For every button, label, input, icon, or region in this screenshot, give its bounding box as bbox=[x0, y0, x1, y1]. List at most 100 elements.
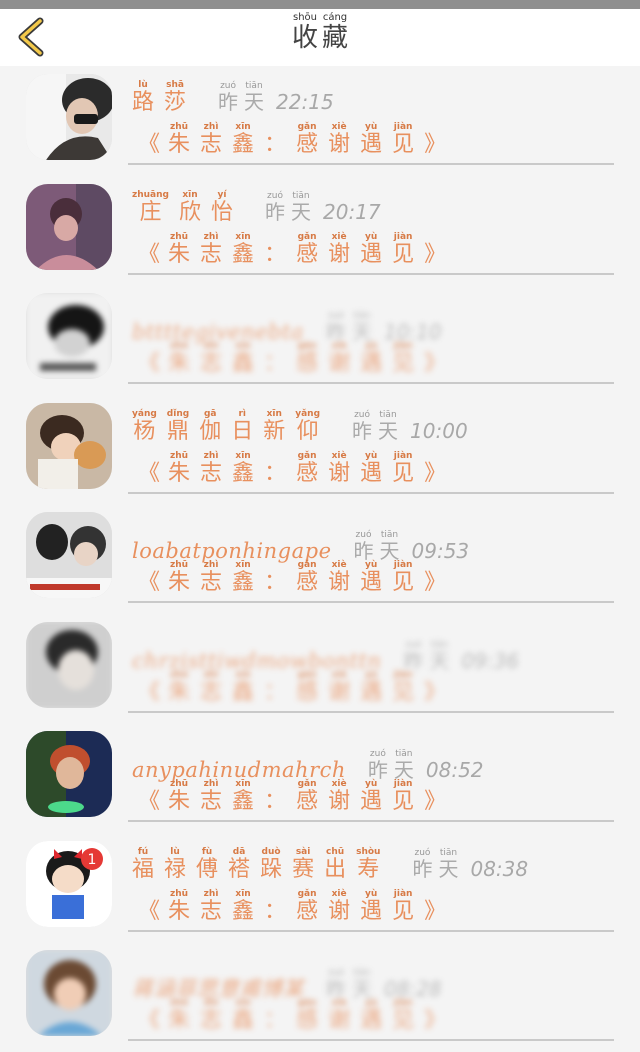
list-item[interactable]: 庄zhuāng欣xīn怡yí昨zuó天tiān20:17 《朱zhū志zhì鑫xī… bbox=[0, 176, 640, 286]
page-title: 收shōu藏cáng bbox=[0, 9, 640, 74]
message-char: 志zhì bbox=[200, 669, 223, 705]
message-char: ： bbox=[264, 1008, 287, 1033]
item-header-line: chrzisttiwdmowbonttn 昨zuó天tiān09:36 bbox=[132, 640, 519, 674]
avatar[interactable] bbox=[26, 74, 112, 160]
message-preview: 《朱zhū志zhì鑫xīn： 感gǎn谢xiè遇yù见jiàn》 bbox=[138, 231, 447, 267]
message-char: 鑫xīn bbox=[232, 888, 255, 924]
message-char: 鑫xīn bbox=[232, 560, 255, 595]
message-char: 遇yù bbox=[360, 669, 383, 705]
message-char: 谢xiè bbox=[328, 888, 351, 924]
item-text: anypahinudmahrch 昨zuó天tiān08:52 《朱zhū志zhì鑫… bbox=[132, 723, 614, 823]
message-preview: 《朱zhū志zhì鑫xīn： 感gǎn谢xiè遇yù见jiàn》 bbox=[138, 450, 447, 486]
message-char: 志zhì bbox=[200, 888, 223, 924]
yesterday-char: 天tiān bbox=[244, 81, 265, 114]
message-char: 谢xiè bbox=[328, 450, 351, 486]
message-char: 感gǎn bbox=[296, 231, 319, 267]
item-text: 杨yáng鼎dǐng伽gā日rì新xīn仰yǎng昨zuó天tiān10:00 《… bbox=[132, 395, 614, 495]
name-char: 莎shā bbox=[164, 80, 187, 115]
avatar[interactable] bbox=[26, 512, 112, 598]
sender-name: 杨yáng 鼎dǐng 伽gā 日rì 新xīn 仰yǎng bbox=[132, 409, 330, 444]
message-char: 谢xiè bbox=[328, 341, 351, 376]
title-char: 藏cáng bbox=[322, 12, 349, 53]
item-text: chrzisttiwdmowbonttn 昨zuó天tiān09:36 《朱zhū志… bbox=[132, 614, 614, 714]
message-char: 感gǎn bbox=[296, 450, 319, 486]
header: 收shōu藏cáng bbox=[0, 9, 640, 66]
svg-text:1: 1 bbox=[88, 852, 97, 868]
message-char: ： bbox=[264, 351, 287, 376]
message-char: 谢xiè bbox=[328, 998, 351, 1033]
yesterday-char: 昨zuó bbox=[265, 190, 286, 224]
message-char: 鑫xīn bbox=[232, 122, 255, 157]
avatar[interactable]: 1 bbox=[26, 840, 112, 927]
item-header-line: bttttegivenebta 昨zuó天tiān10:10 bbox=[132, 311, 442, 345]
message-char: 谢xiè bbox=[328, 122, 351, 157]
message-preview: 《朱zhū志zhì鑫xīn： 感gǎn谢xiè遇yù见jiàn》 bbox=[138, 998, 447, 1033]
avatar[interactable] bbox=[26, 731, 112, 817]
item-header-line: 庄zhuāng 欣xīn 怡yí 昨zuó天tiān 20:17 bbox=[132, 190, 381, 226]
list-item[interactable]: 蒋涵菲思意甫博某 昨zuó天tiān08:28 《朱zhū志zhì鑫xīn： 感gǎ… bbox=[0, 942, 640, 1052]
message-char: 遇yù bbox=[360, 122, 383, 157]
message-char: 感gǎn bbox=[296, 560, 319, 595]
divider bbox=[128, 272, 614, 275]
message-preview: 《朱zhū志zhì鑫xīn： 感gǎn谢xiè遇yù见jiàn》 bbox=[138, 888, 447, 924]
avatar[interactable] bbox=[26, 402, 112, 489]
name-char: 褡dā bbox=[228, 846, 251, 882]
message-char: 志zhì bbox=[200, 341, 223, 376]
yesterday-char: 昨zuó bbox=[412, 847, 433, 881]
name-char: 日rì bbox=[231, 408, 254, 444]
avatar[interactable] bbox=[26, 621, 112, 708]
time-text: 22:15 bbox=[276, 90, 334, 114]
message-char: 朱zhū bbox=[168, 450, 191, 486]
message-char: 遇yù bbox=[360, 341, 383, 376]
message-char: 朱zhū bbox=[168, 560, 191, 595]
message-char: 见jiàn bbox=[392, 669, 415, 705]
message-char: 感gǎn bbox=[296, 888, 319, 924]
message-char: 见jiàn bbox=[392, 560, 415, 595]
timestamp: 昨zuó天tiān08:52 bbox=[368, 749, 484, 783]
message-char: 鑫xīn bbox=[232, 669, 255, 705]
list-item[interactable]: anypahinudmahrch 昨zuó天tiān08:52 《朱zhū志zhì鑫… bbox=[0, 723, 640, 833]
message-char: 遇yù bbox=[360, 998, 383, 1033]
divider bbox=[128, 382, 614, 384]
message-char: 感gǎn bbox=[296, 122, 319, 157]
avatar[interactable] bbox=[26, 183, 112, 270]
list-item[interactable]: loabatponhingape 昨zuó天tiān09:53 《朱zhū志zhì鑫… bbox=[0, 504, 640, 614]
name-char: 庄zhuāng bbox=[132, 189, 169, 225]
favorites-list: 路lù 莎shā 昨zuó 天tiān 22:15 《朱zhū志zhì鑫xīn： 感gǎn… bbox=[0, 66, 640, 1052]
avatar[interactable] bbox=[26, 293, 112, 379]
time-text: 20:17 bbox=[323, 199, 381, 224]
list-item[interactable]: chrzisttiwdmowbonttn 昨zuó天tiān09:36 《朱zhū志… bbox=[0, 614, 640, 724]
message-preview: 《朱zhū志zhì鑫xīn： 感gǎn谢xiè遇yù见jiàn》 bbox=[138, 122, 447, 157]
message-char: 鑫xīn bbox=[232, 779, 255, 814]
yesterday-char: 天tiān bbox=[378, 409, 399, 443]
timestamp: 昨zuó天tiān 20:17 bbox=[265, 191, 381, 225]
list-item[interactable]: 路lù莎shā昨zuó天tiān22:15 《朱zhū志zhì鑫xīn： 感gǎn… bbox=[0, 66, 640, 176]
avatar[interactable] bbox=[26, 950, 112, 1036]
name-char: 路lù bbox=[132, 80, 155, 115]
item-header-line: 杨yáng 鼎dǐng 伽gā 日rì 新xīn 仰yǎng 昨zuó天tiān 10:00 bbox=[132, 409, 468, 445]
message-char: 遇yù bbox=[360, 888, 383, 924]
message-char: 见jiàn bbox=[392, 998, 415, 1033]
message-char: 见jiàn bbox=[392, 888, 415, 924]
divider bbox=[128, 710, 614, 713]
list-item[interactable]: bttttegivenebta 昨zuó天tiān10:10 《朱zhū志zhì鑫x… bbox=[0, 285, 640, 395]
message-char: 鑫xīn bbox=[232, 231, 255, 267]
message-char: 见jiàn bbox=[392, 779, 415, 814]
name-char: 仰yǎng bbox=[295, 408, 321, 444]
message-char: 志zhì bbox=[200, 560, 223, 595]
message-char: 见jiàn bbox=[392, 341, 415, 376]
list-item[interactable]: 1 福fú 禄lù 傅fù 褡dā 跺duò 赛sài 出chū 寿shòu 昨zuó天tiān 0… bbox=[0, 833, 640, 943]
message-char: 感gǎn bbox=[296, 779, 319, 814]
message-char: ： bbox=[264, 132, 287, 157]
message-char: 遇yù bbox=[360, 231, 383, 267]
list-item[interactable]: 杨yáng鼎dǐng伽gā日rì新xīn仰yǎng昨zuó天tiān10:00 《… bbox=[0, 395, 640, 505]
name-char: 福fú bbox=[132, 846, 155, 882]
message-char: 见jiàn bbox=[392, 450, 415, 486]
message-preview: 《朱zhū志zhì鑫xīn： 感gǎn谢xiè遇yù见jiàn》 bbox=[138, 560, 447, 595]
timestamp: 昨zuó天tiān 10:00 bbox=[352, 410, 468, 444]
message-char: 朱zhū bbox=[168, 231, 191, 267]
time-text: 09:36 bbox=[461, 648, 520, 673]
title-char: 收shōu bbox=[291, 12, 318, 53]
timestamp: 昨zuó天tiān 08:38 bbox=[412, 848, 528, 882]
message-char: 谢xiè bbox=[328, 779, 351, 814]
